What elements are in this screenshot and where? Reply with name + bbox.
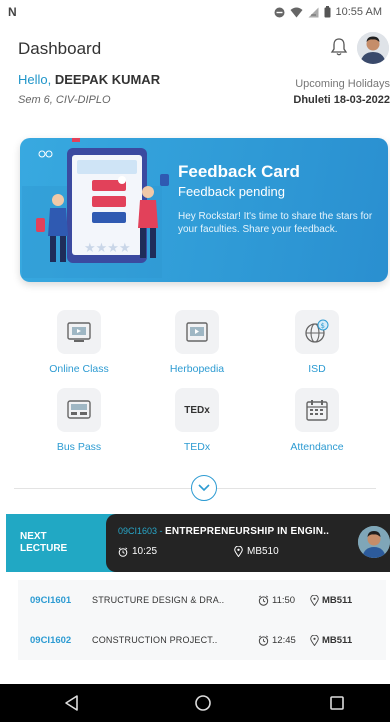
online-class-icon (67, 322, 91, 342)
location-pin-icon (310, 594, 319, 606)
faculty-avatar (358, 526, 390, 558)
feedback-description: Hey Rockstar! It's time to share the sta… (178, 211, 373, 235)
app-header: Dashboard (0, 32, 390, 64)
next-lecture-card[interactable]: NEXT LECTURE 09CI1603 - ENTREPRENEURSHIP… (6, 514, 390, 572)
lecture-room: MB511 (310, 634, 353, 646)
alarm-clock-icon (258, 595, 269, 606)
next-lecture-title: 09CI1603 - ENTREPRENEURSHIP IN ENGIN.. (118, 526, 329, 537)
feedback-title: Feedback Card (178, 162, 300, 181)
herbopedia-icon (186, 322, 208, 342)
calendar-icon (306, 400, 328, 421)
next-lecture-time-text: 10:25 (132, 546, 158, 557)
status-icons: 10:55 AM (274, 6, 382, 18)
lecture-time-text: 12:45 (272, 634, 296, 646)
wifi-icon (290, 7, 303, 17)
attendance-tile (295, 388, 339, 432)
alarm-clock-icon (258, 635, 269, 646)
tedx-tile: TEDx (175, 388, 219, 432)
svg-text:$: $ (321, 322, 325, 330)
chevron-down-icon (198, 484, 210, 492)
next-lecture-subject: ENTREPRENEURSHIP IN ENGIN.. (165, 526, 330, 537)
lecture-row[interactable]: 09CI1602 CONSTRUCTION PROJECT.. 12:45 MB… (18, 620, 386, 660)
location-pin-icon (310, 634, 319, 646)
service-online-class[interactable]: Online Class (24, 310, 134, 375)
next-label-line1: NEXT (20, 531, 47, 542)
isd-tile: $ (295, 310, 339, 354)
next-label-line2: LECTURE (20, 543, 68, 554)
service-label: Herbopedia (169, 363, 225, 375)
lecture-room: MB511 (310, 594, 353, 606)
lecture-row[interactable]: 09CI1601 STRUCTURE DESIGN & DRA.. 11:50 … (18, 580, 386, 620)
lecture-list: 09CI1601 STRUCTURE DESIGN & DRA.. 11:50 … (18, 580, 386, 660)
page-title: Dashboard (18, 39, 102, 58)
lecture-time: 11:50 (258, 595, 310, 606)
n-icon: N (8, 5, 17, 19)
expand-button[interactable] (191, 475, 217, 501)
online-class-tile (57, 310, 101, 354)
alarm-clock-icon (118, 546, 128, 557)
service-tedx[interactable]: TEDx TEDx (142, 388, 252, 453)
status-bar: N 10:55 AM (0, 0, 390, 24)
system-nav-bar (0, 684, 390, 722)
semester-info: Sem 6, CIV-DIPLO (18, 94, 111, 106)
feedback-card[interactable]: ★★★★ Feedback Card Feedback pending Hey … (20, 138, 388, 282)
next-lecture-time: 10:25 (118, 546, 157, 557)
lecture-room-text: MB511 (322, 634, 353, 646)
next-lecture-room-text: MB510 (247, 546, 279, 557)
holidays-title: Upcoming Holidays (295, 78, 390, 90)
home-icon[interactable] (193, 693, 213, 713)
lecture-code: 09CI1602 (30, 634, 72, 646)
feedback-illustration: ★★★★ (22, 138, 169, 278)
service-attendance[interactable]: Attendance (262, 388, 372, 453)
service-isd[interactable]: $ ISD (262, 310, 372, 375)
bus-pass-tile (57, 388, 101, 432)
bus-pass-icon (67, 400, 91, 419)
greeting: Hello, DEEPAK KUMAR (18, 72, 160, 87)
herbopedia-tile (175, 310, 219, 354)
lecture-time: 12:45 (258, 635, 310, 646)
lecture-room-text: MB511 (322, 594, 353, 606)
service-label: Attendance (290, 441, 344, 453)
tedx-icon: TEDx (184, 404, 210, 416)
next-lecture-code: 09CI1603 - (118, 526, 166, 536)
lecture-subject: STRUCTURE DESIGN & DRA.. (92, 595, 225, 605)
bell-icon[interactable] (328, 36, 350, 58)
service-herbopedia[interactable]: Herbopedia (142, 310, 252, 375)
next-lecture-details: 09CI1603 - ENTREPRENEURSHIP IN ENGIN.. 1… (106, 514, 390, 572)
next-lecture-room: MB510 (234, 546, 279, 557)
status-time: 10:55 AM (335, 6, 382, 18)
service-label: ISD (308, 363, 326, 375)
service-label: Online Class (49, 363, 109, 375)
globe-icon: $ (305, 319, 329, 343)
battery-icon (324, 6, 331, 18)
lecture-subject: CONSTRUCTION PROJECT.. (92, 635, 218, 645)
hello-text: Hello, (18, 72, 52, 87)
service-label: Bus Pass (56, 441, 102, 453)
service-bus-pass[interactable]: Bus Pass (24, 388, 134, 453)
location-pin-icon (234, 546, 243, 557)
lecture-code: 09CI1601 (30, 594, 72, 606)
feedback-subtitle: Feedback pending (178, 184, 285, 199)
next-lecture-label: NEXT LECTURE (20, 531, 67, 555)
service-label: TEDx (183, 441, 211, 453)
back-icon[interactable] (62, 693, 82, 713)
minus-circle-icon (274, 7, 285, 17)
signal-icon (308, 7, 319, 17)
user-name: DEEPAK KUMAR (54, 72, 161, 87)
lecture-time-text: 11:50 (272, 594, 296, 606)
recents-icon[interactable] (327, 693, 347, 713)
avatar[interactable] (357, 32, 389, 64)
svg-text:★★★★: ★★★★ (84, 241, 131, 256)
holidays-value: Dhuleti 18-03-2022 (293, 94, 390, 106)
upcoming-holidays[interactable]: Upcoming Holidays Dhuleti 18-03-2022 (270, 78, 390, 106)
